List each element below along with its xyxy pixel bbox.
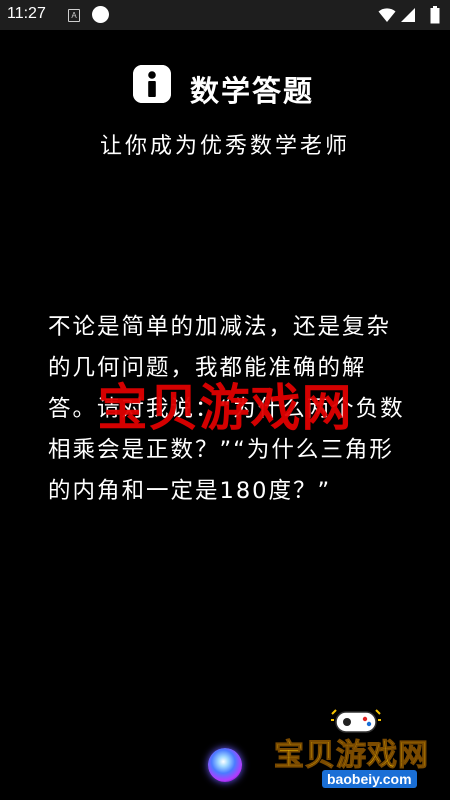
logo-url: baobeiy.com: [322, 770, 417, 788]
info-icon: [133, 65, 171, 103]
voice-assistant-orb-icon[interactable]: [208, 748, 242, 782]
a-notification-icon: A: [68, 9, 80, 22]
circle-notification-icon: [92, 6, 109, 23]
site-logo: 宝贝游戏网 baobeiy.com: [270, 708, 440, 792]
logo-text: 宝贝游戏网: [274, 738, 429, 774]
app-title: 数学答题: [190, 74, 315, 108]
status-time: 11:27: [7, 5, 46, 22]
status-bar: 11:27 A: [0, 0, 450, 30]
subtitle: 让你成为优秀数学老师: [99, 134, 350, 159]
app-header: 数学答题: [0, 62, 450, 108]
wifi-icon: [378, 8, 396, 22]
app-screen: 11:27 A 数学答题 让你成为优秀数学老师 不论是简单的加减法，还是复杂的几…: [0, 0, 450, 800]
battery-icon: [430, 6, 440, 24]
watermark-text: 宝贝游戏网: [97, 379, 353, 437]
signal-icon: [401, 8, 415, 22]
